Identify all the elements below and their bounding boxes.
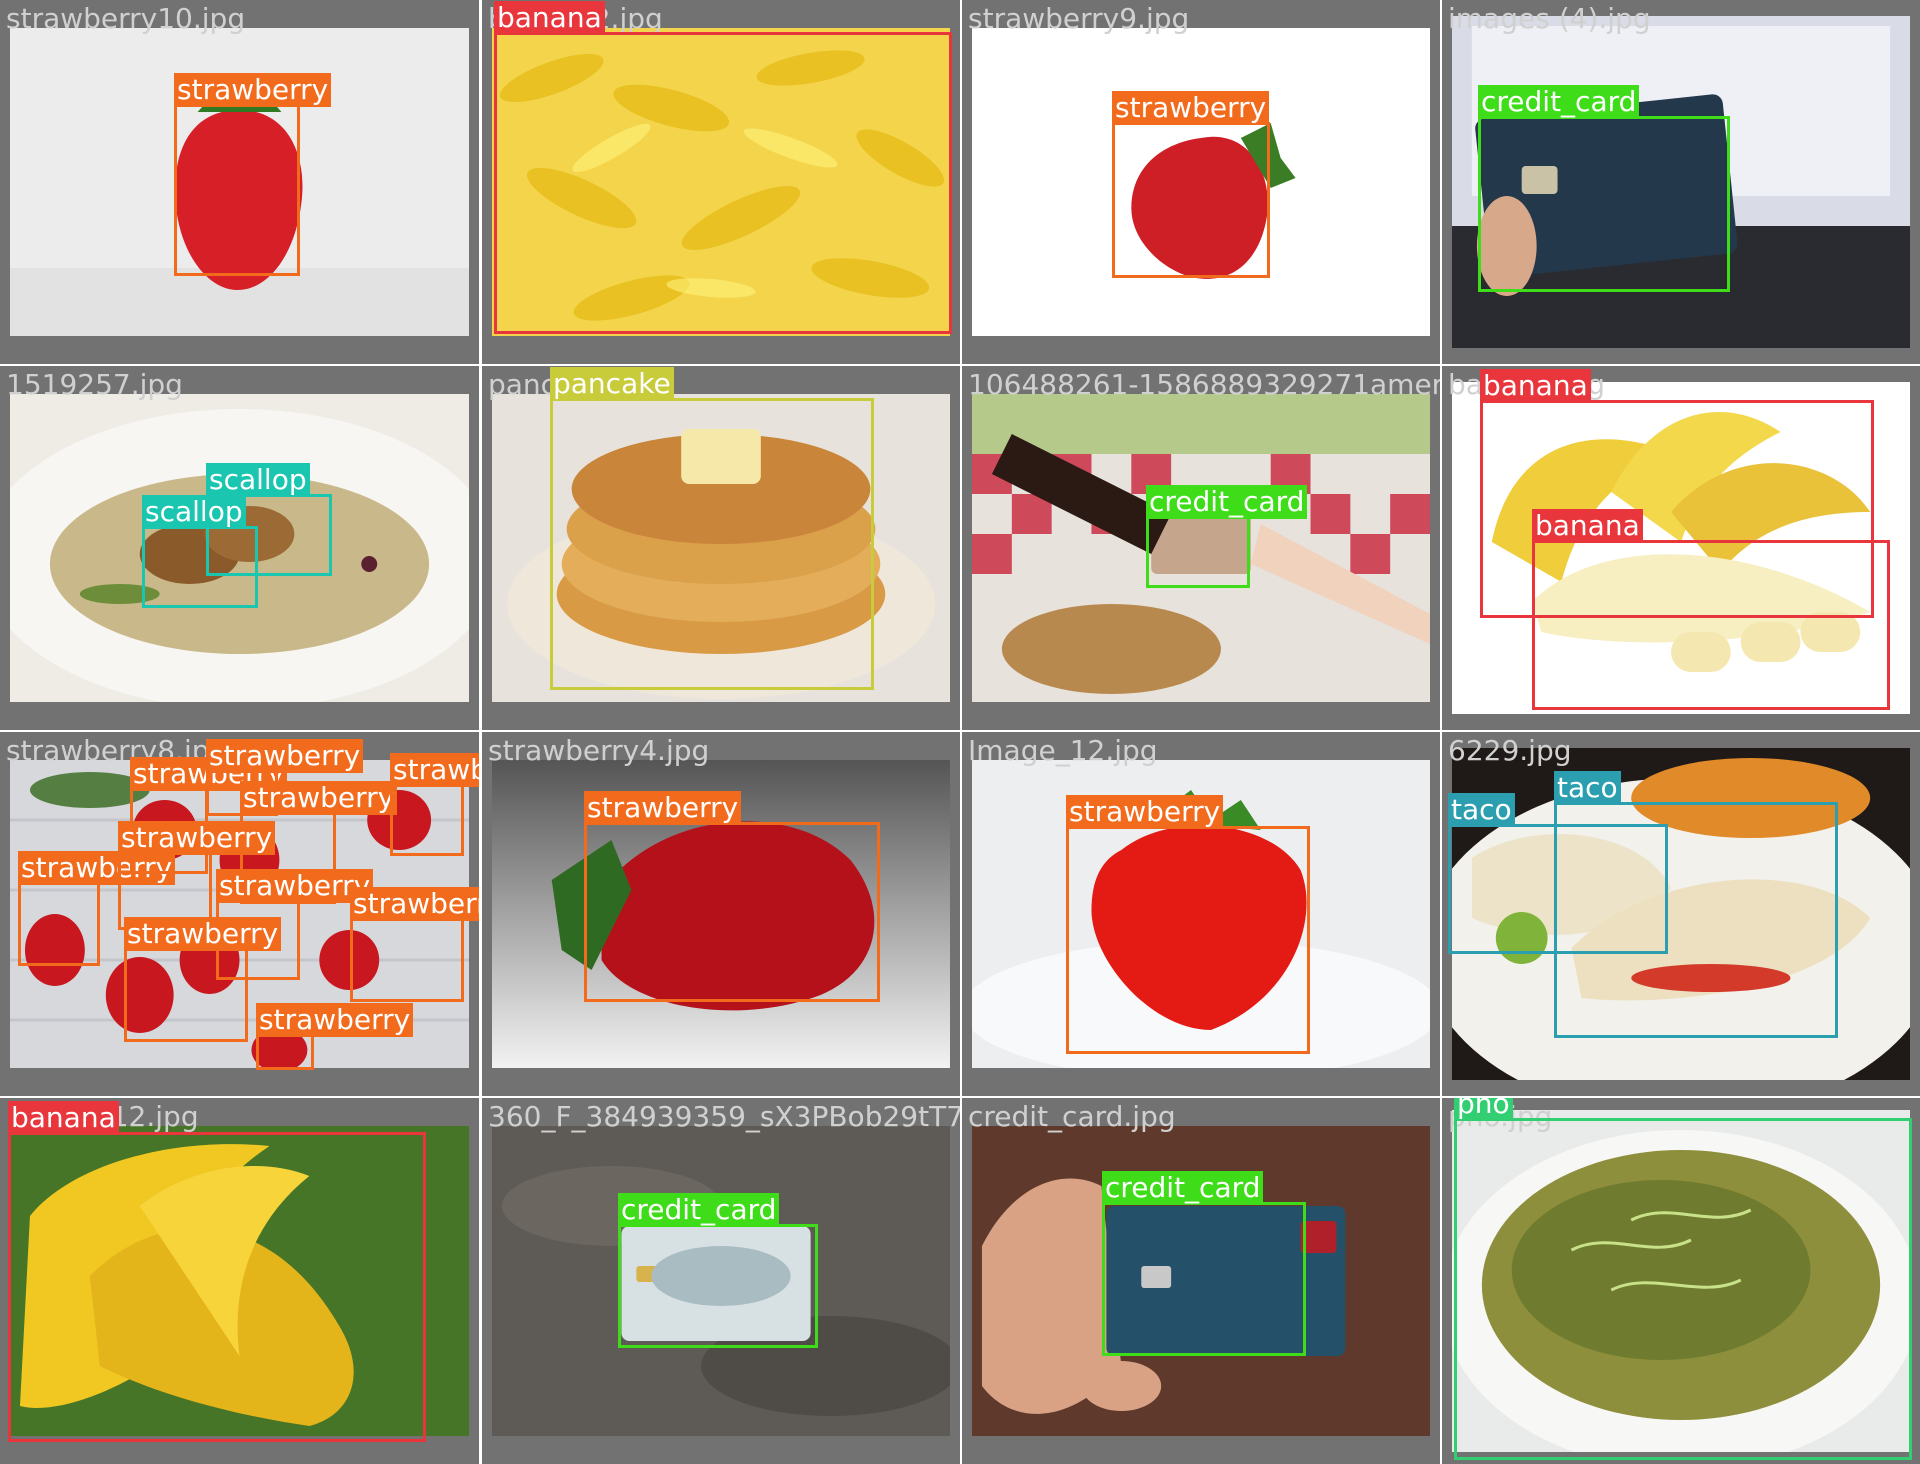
detection-box[interactable]: banana xyxy=(8,1101,426,1442)
detection-label: strawberry xyxy=(124,917,282,951)
result-tile[interactable]: strawberry10.jpg strawberry xyxy=(0,0,479,364)
image-filename: 6229.jpg xyxy=(1448,734,1572,767)
detection-box[interactable]: strawberry xyxy=(584,791,880,1002)
detection-box[interactable]: strawberry xyxy=(256,1003,414,1070)
detection-results-grid: strawberry10.jpg strawberry banana straw… xyxy=(0,0,1920,1464)
detection-label: strawberry xyxy=(584,791,742,825)
detection-label: credit_card xyxy=(1102,1171,1264,1205)
detection-box[interactable]: pho xyxy=(1454,1098,1912,1460)
result-tile[interactable]: pancake pancake xyxy=(482,366,960,730)
image-filename: strawberry9.jpg xyxy=(968,2,1190,35)
detection-label: banana xyxy=(8,1101,119,1135)
detection-label: scallop xyxy=(142,495,246,529)
result-tile[interactable]: banana2.jpg banana xyxy=(482,0,960,364)
result-tile[interactable]: 1519257.jpg scallop scallop xyxy=(0,366,479,730)
detection-box[interactable]: taco xyxy=(1448,793,1668,954)
detection-label: strawberry xyxy=(1066,795,1224,829)
result-tile[interactable]: pho.jpg pho xyxy=(1442,1098,1920,1464)
detection-box[interactable]: strawberry xyxy=(350,887,479,1002)
image-filename: 106488261-1586889329271amer xyxy=(968,368,1440,401)
detection-box[interactable]: strawberry xyxy=(1112,91,1270,278)
image-filename: strawberry4.jpg xyxy=(488,734,710,767)
detection-label: strawberry xyxy=(256,1003,414,1037)
detection-box[interactable]: scallop xyxy=(142,495,258,608)
detection-label: strawberry xyxy=(240,781,398,815)
image-filename: strawberry10.jpg xyxy=(6,2,246,35)
result-tile[interactable]: images (4).jpg credit_card xyxy=(1442,0,1920,364)
detection-label: taco xyxy=(1554,771,1621,805)
detection-label: strawberry xyxy=(118,821,276,855)
detection-box[interactable]: strawberry xyxy=(174,73,332,276)
result-tile[interactable]: banana.jpg banana banana xyxy=(1442,366,1920,730)
detection-box[interactable]: strawberry xyxy=(18,851,176,966)
detection-box[interactable]: strawberry xyxy=(124,917,282,1042)
detection-box[interactable]: banana xyxy=(1532,509,1890,710)
detection-label: taco xyxy=(1448,793,1515,827)
detection-label: strawberry xyxy=(390,753,479,787)
image-filename: credit_card.jpg xyxy=(968,1100,1176,1133)
result-tile[interactable]: 6229.jpg taco taco xyxy=(1442,732,1920,1096)
detection-box[interactable]: credit_card xyxy=(1146,485,1308,588)
detection-box[interactable]: banana xyxy=(494,1,952,334)
image-filename: images (4).jpg xyxy=(1448,2,1651,35)
image-filename: 360_F_384939359_sX3PBob29tT7dRGeplLatVR9… xyxy=(488,1100,960,1133)
result-tile[interactable]: strawberry8.jpg strawberry strawberry st… xyxy=(0,732,479,1096)
result-tile[interactable]: strawberry9.jpg strawberry xyxy=(962,0,1440,364)
detection-label: credit_card xyxy=(1146,485,1308,519)
detection-label: credit_card xyxy=(1478,85,1640,119)
detection-label: scallop xyxy=(206,463,310,497)
detection-label: banana xyxy=(1532,509,1643,543)
image-filename: 1519257.jpg xyxy=(6,368,183,401)
result-tile[interactable]: 106488261-1586889329271amer credit_card xyxy=(962,366,1440,730)
result-tile[interactable]: 360_F_384939359_sX3PBob29tT7dRGeplLatVR9… xyxy=(482,1098,960,1464)
detection-box[interactable]: credit_card xyxy=(1478,85,1730,292)
detection-label: strawberry xyxy=(206,739,364,773)
detection-box[interactable]: strawberry xyxy=(390,753,479,856)
detection-label: strawberry xyxy=(174,73,332,107)
result-tile[interactable]: strawberry4.jpg strawberry xyxy=(482,732,960,1096)
detection-label: credit_card xyxy=(618,1193,780,1227)
detection-label: strawberry xyxy=(1112,91,1270,125)
detection-label: pho xyxy=(1454,1098,1513,1121)
result-tile[interactable]: credit_card.jpg credit_card xyxy=(962,1098,1440,1464)
detection-box[interactable]: strawberry xyxy=(1066,795,1310,1054)
detection-label: strawberry xyxy=(350,887,479,921)
detection-box[interactable]: credit_card xyxy=(618,1193,818,1348)
detection-label: banana xyxy=(1480,369,1591,403)
result-tile[interactable]: Image_12.jpg strawberry xyxy=(962,732,1440,1096)
detection-label: pancake xyxy=(550,367,674,401)
detection-box[interactable]: pancake xyxy=(550,367,874,690)
result-tile[interactable]: banana12.jpg banana xyxy=(0,1098,479,1464)
image-filename: Image_12.jpg xyxy=(968,734,1158,767)
detection-label: banana xyxy=(494,1,605,35)
detection-box[interactable]: credit_card xyxy=(1102,1171,1306,1356)
